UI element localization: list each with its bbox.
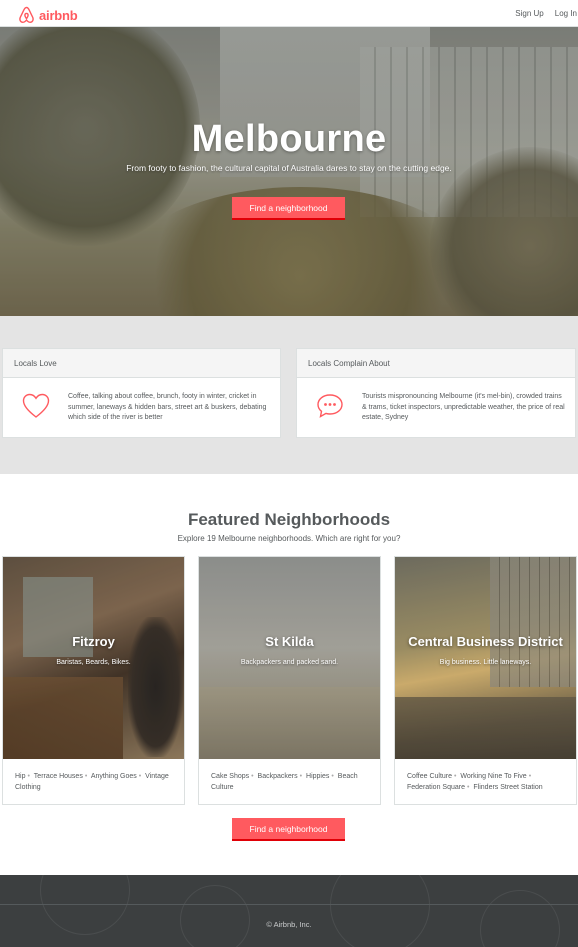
hero-banner: Melbourne From footy to fashion, the cul… [0,27,578,316]
neighborhood-name: St Kilda [265,634,314,649]
speech-bubble-icon [317,394,343,418]
tag: Cake Shops [211,773,250,780]
tag: Hip [15,773,26,780]
neighborhood-name: Central Business District [408,634,563,649]
card-text: Coffee, talking about coffee, brunch, fo… [68,393,267,421]
neighborhood-card-st-kilda[interactable]: St Kilda Backpackers and packed sand. Ca… [198,556,381,805]
neighborhood-tags: Cake Shops • Backpackers • Hippies • Beach … [211,773,358,791]
neighborhood-tags: Hip • Terrace Houses • Anything Goes • Vint… [15,773,169,791]
tag: Coffee Culture [407,773,453,780]
card-text: Tourists mispronouncing Melbourne (it's … [362,393,565,421]
city-title: Melbourne [191,118,387,160]
airbnb-belo-icon [19,6,34,24]
neighborhood-photo[interactable]: St Kilda Backpackers and packed sand. [199,557,380,759]
tag: Working Nine To Five [460,773,527,780]
section-subtitle: Explore 19 Melbourne neighborhoods. Whic… [177,534,401,543]
tag: Federation Square [407,783,465,791]
tag: Anything Goes [90,773,137,780]
tag: Terrace Houses [33,773,83,780]
sign-up-link[interactable]: Sign Up [515,9,543,18]
find-neighborhood-button[interactable]: Find a neighborhood [232,197,345,220]
tag: Hippies [306,773,330,780]
logo-wordmark: airbnb [39,7,78,23]
city-subtitle: From footy to fashion, the cultural capi… [126,163,452,173]
footer: © Airbnb, Inc. [0,875,578,947]
heart-icon [22,393,50,418]
section-title: Featured Neighborhoods [187,510,391,529]
locals-love-card: Locals Love Coffee, talking about coffee… [2,348,281,438]
airbnb-logo[interactable]: airbnb [18,6,78,24]
locals-complain-card: Locals Complain About Tourists mispronou… [296,348,576,438]
top-nav-bar: airbnb Sign Up Log In [0,0,578,27]
tag: Flinders Street Station [473,783,543,791]
footer-divider [0,904,578,905]
copyright-text: © Airbnb, Inc. [266,920,312,929]
account-nav: Sign Up Log In [515,0,578,27]
neighborhood-tagline: Backpackers and packed sand. [240,659,339,666]
neighborhood-tagline: Big business. Little laneways. [439,659,532,666]
neighborhood-photo[interactable]: Fitzroy Baristas, Beards, Bikes. [3,557,184,759]
neighborhood-card-cbd[interactable]: Central Business District Big business. … [394,556,577,805]
neighborhood-name: Fitzroy [72,634,115,649]
neighborhood-card-fitzroy[interactable]: Fitzroy Baristas, Beards, Bikes. Hip • Te… [2,556,185,805]
neighborhood-tagline: Baristas, Beards, Bikes. [56,659,131,666]
card-heading: Locals Love [3,349,280,378]
neighborhood-tags: Coffee Culture • Working Nine To Five • Fe… [407,773,543,791]
log-in-link[interactable]: Log In [555,9,578,18]
neighborhood-photo[interactable]: Central Business District Big business. … [395,557,576,759]
find-neighborhood-button[interactable]: Find a neighborhood [232,818,345,841]
tag: Backpackers [257,773,298,780]
card-heading: Locals Complain About [297,349,575,378]
